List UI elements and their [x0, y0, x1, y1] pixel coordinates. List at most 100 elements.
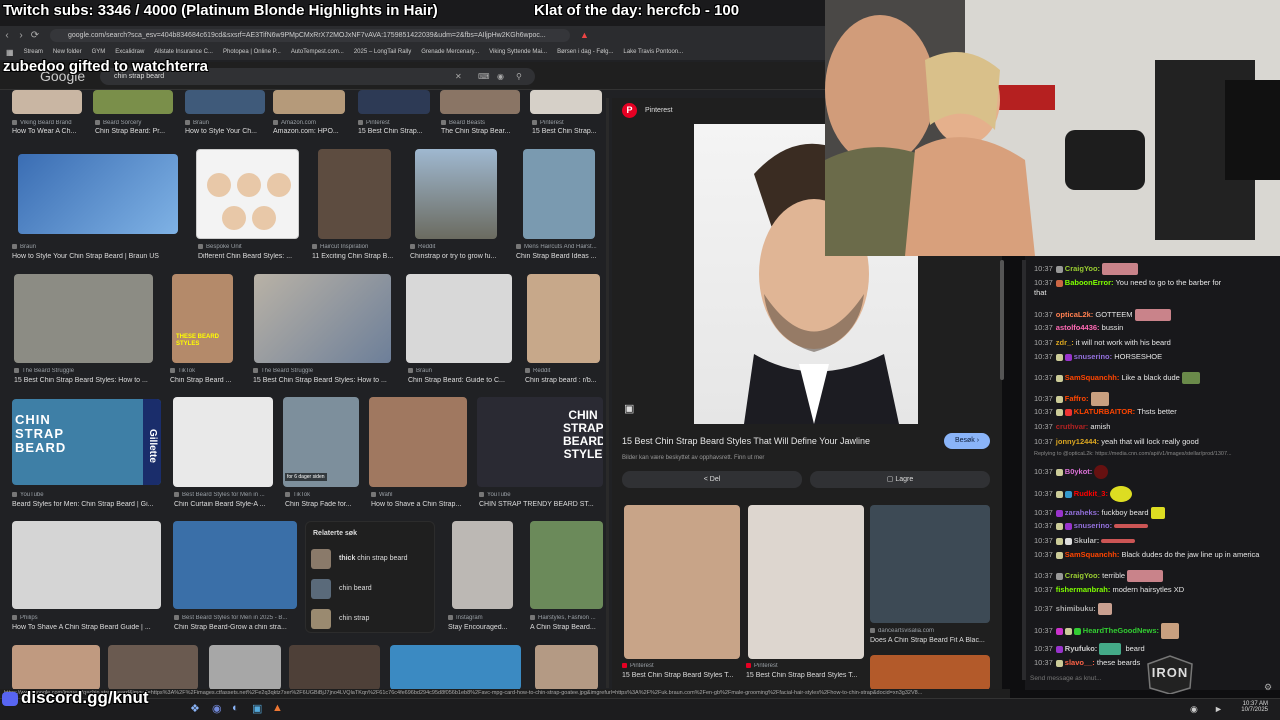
result-caption[interactable]: Chin Curtain Beard Style-A ...	[174, 501, 274, 508]
result-image[interactable]	[173, 397, 273, 487]
result-caption[interactable]: Chin strap beard : r/b...	[525, 377, 603, 384]
clear-icon[interactable]: ✕	[455, 68, 462, 85]
result-caption[interactable]: Chin Strap Beard: Guide to C...	[408, 377, 516, 384]
discord-app-icon[interactable]: ◉	[212, 702, 222, 715]
preview-scrollbar[interactable]	[1000, 260, 1004, 380]
bookmark-item[interactable]: Stream	[24, 49, 43, 55]
apps-icon[interactable]: ▦	[6, 48, 14, 57]
result-image[interactable]	[535, 645, 598, 690]
result-image[interactable]: CHIN STRAP BEARD Gillette	[12, 399, 161, 485]
result-caption[interactable]: 15 Best Chin Strap Beard Styles: How to …	[253, 377, 393, 384]
bookmark-item[interactable]: New folder	[53, 49, 82, 55]
lens-icon[interactable]: ◉	[497, 68, 504, 85]
more-caption[interactable]: 15 Best Chin Strap Beard Styles T...	[746, 672, 864, 679]
preview-title[interactable]: 15 Best Chin Strap Beard Styles That Wil…	[622, 436, 932, 446]
more-image[interactable]	[870, 655, 990, 690]
share-button[interactable]: < Del	[622, 471, 802, 488]
visit-button[interactable]: Besøk ›	[944, 433, 990, 449]
reload-icon[interactable]: ⟳	[28, 30, 42, 41]
settings-icon[interactable]: ⚙	[1264, 682, 1272, 693]
result-image[interactable]	[12, 521, 161, 609]
result-image[interactable]	[209, 645, 281, 690]
result-image[interactable]	[358, 90, 430, 114]
result-caption[interactable]: Chin Strap Beard ...	[170, 377, 238, 384]
result-image[interactable]: THESE BEARD STYLES	[172, 274, 233, 363]
more-image[interactable]	[624, 505, 740, 659]
bookmark-item[interactable]: 2025 – LongTail Rally	[354, 49, 411, 55]
clock[interactable]: 10:37 AM 10/7/2025	[1228, 701, 1268, 713]
bookmark-item[interactable]: Allstate Insurance C...	[154, 49, 213, 55]
keyboard-icon[interactable]: ⌨	[478, 68, 490, 85]
result-image[interactable]	[185, 90, 265, 114]
network-icon[interactable]: ◉	[1190, 704, 1198, 715]
related-item[interactable]: chin strap	[311, 609, 431, 631]
bookmark-item[interactable]: GYM	[92, 49, 106, 55]
back-icon[interactable]: ‹	[0, 30, 14, 41]
bookmark-item[interactable]: Lake Travis Pontoon...	[623, 49, 683, 55]
search-icon[interactable]: ⚲	[516, 68, 522, 85]
result-caption[interactable]: 15 Best Chin Strap...	[532, 128, 604, 135]
related-item[interactable]: thick chin strap beard	[311, 549, 431, 571]
app-icon[interactable]: ▲	[272, 702, 283, 714]
result-image[interactable]	[415, 149, 497, 239]
bookmark-item[interactable]: Børsen i dag - Følg...	[557, 49, 613, 55]
result-image[interactable]	[390, 645, 521, 690]
result-image[interactable]	[452, 521, 513, 609]
result-image[interactable]	[196, 149, 299, 239]
related-item[interactable]: chin beard	[311, 579, 431, 601]
chat-scrollbar[interactable]	[1022, 260, 1026, 680]
result-image[interactable]: CHIN STRAP BEARD STYLE	[477, 397, 603, 487]
result-image[interactable]: for 6 dager siden	[283, 397, 359, 487]
bookmark-item[interactable]: AutoTempest.com...	[291, 49, 344, 55]
results-scrollbar[interactable]	[606, 98, 609, 688]
result-image[interactable]	[273, 90, 345, 114]
more-image[interactable]	[870, 505, 990, 623]
result-caption[interactable]: Beard Styles for Men: Chin Strap Beard |…	[12, 501, 172, 508]
bookmark-item[interactable]: Excalidraw	[115, 49, 144, 55]
result-caption[interactable]: How To Wear A Ch...	[12, 128, 90, 135]
result-caption[interactable]: How to Shave a Chin Strap...	[371, 501, 469, 508]
result-image[interactable]	[93, 90, 173, 114]
more-image[interactable]	[748, 505, 864, 659]
start-icon[interactable]: ❖	[190, 702, 200, 715]
result-image[interactable]	[440, 90, 520, 114]
result-image[interactable]	[318, 149, 391, 239]
result-caption[interactable]: Chinstrap or try to grow fu...	[410, 253, 505, 260]
extension-icon[interactable]: ▲	[580, 30, 589, 40]
result-caption[interactable]: The Chin Strap Bear...	[441, 128, 521, 135]
result-caption[interactable]: Chin Strap Beard: Pr...	[95, 128, 175, 135]
chat-input[interactable]: Send message as knut...	[1030, 675, 1140, 687]
save-button[interactable]: ▢ Lagre	[810, 471, 990, 488]
result-caption[interactable]: Stay Encouraged...	[448, 624, 518, 631]
edge-icon[interactable]: ◐	[232, 702, 239, 714]
app-icon[interactable]: ▣	[252, 702, 262, 715]
bookmark-item[interactable]: Viking Syttende Mai...	[489, 49, 547, 55]
result-caption[interactable]: How to Style Your Chin Strap Beard | Bra…	[12, 253, 182, 260]
more-caption[interactable]: 15 Best Chin Strap Beard Styles T...	[622, 672, 740, 679]
result-caption[interactable]: Different Chin Beard Styles: ...	[198, 253, 303, 260]
result-caption[interactable]: Chin Strap Beard-Grow a chin stra...	[174, 624, 299, 631]
result-caption[interactable]: 11 Exciting Chin Strap B...	[312, 253, 402, 260]
result-caption[interactable]: How To Shave A Chin Strap Beard Guide | …	[12, 624, 172, 631]
result-image[interactable]	[369, 397, 467, 487]
preview-source[interactable]: Pinterest	[645, 107, 673, 114]
url-field[interactable]: google.com/search?sca_esv=404b834684c619…	[50, 28, 570, 42]
bookmark-item[interactable]: Grenade Mercenary...	[421, 49, 479, 55]
bookmark-item[interactable]: Photopea | Online P...	[223, 49, 281, 55]
lens-icon[interactable]: ▣	[624, 402, 634, 415]
result-caption[interactable]: How to Style Your Ch...	[185, 128, 267, 135]
result-image[interactable]	[254, 274, 391, 363]
result-image[interactable]	[14, 274, 153, 363]
result-image[interactable]	[530, 521, 603, 609]
result-image[interactable]	[527, 274, 600, 363]
result-image[interactable]	[12, 90, 82, 114]
result-caption[interactable]: 15 Best Chin Strap Beard Styles: How to …	[14, 377, 159, 384]
volume-icon[interactable]: ►	[1214, 704, 1223, 714]
result-caption[interactable]: A Chin Strap Beard...	[530, 624, 605, 631]
result-image[interactable]	[108, 645, 198, 690]
result-image[interactable]	[406, 274, 512, 363]
result-caption[interactable]: CHIN STRAP TRENDY BEARD ST...	[479, 501, 604, 508]
result-image[interactable]	[530, 90, 602, 114]
more-caption[interactable]: Does A Chin Strap Beard Fit A Blac...	[870, 637, 992, 644]
forward-icon[interactable]: ›	[14, 30, 28, 41]
